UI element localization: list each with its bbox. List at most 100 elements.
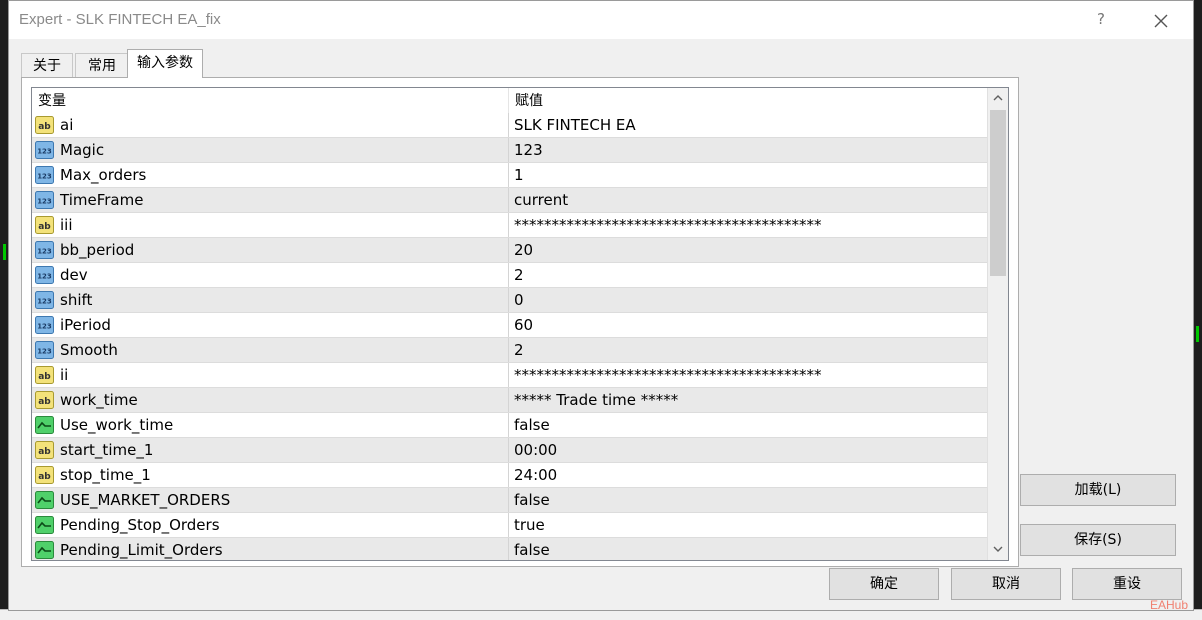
number-type-icon: 123 [35,316,54,334]
svg-text:123: 123 [37,323,52,331]
number-type-icon: 123 [35,141,54,159]
parameter-value[interactable]: 2 [514,338,524,362]
string-type-icon: ab [35,366,54,384]
chart-candle-mark [3,244,6,260]
table-row[interactable]: 123 Max_orders 1 [32,163,987,188]
scrollbar-thumb[interactable] [990,110,1006,276]
table-row[interactable]: 123 Smooth 2 [32,338,987,363]
table-row[interactable]: Pending_Stop_Orders true [32,513,987,538]
close-icon[interactable] [1149,9,1173,33]
parameter-value[interactable]: false [514,413,550,437]
ok-button[interactable]: 确定 [829,568,939,600]
scroll-up-icon[interactable] [988,88,1008,109]
boolean-type-icon [35,491,54,509]
parameter-name: Pending_Stop_Orders [60,516,220,534]
svg-text:123: 123 [37,173,52,181]
column-divider [508,313,509,337]
svg-text:123: 123 [37,248,52,256]
parameter-name: ii [60,366,69,384]
parameter-value[interactable]: false [514,538,550,560]
table-row[interactable]: 123 TimeFrame current [32,188,987,213]
string-type-icon: ab [35,441,54,459]
parameter-value[interactable]: 00:00 [514,438,557,462]
watermark-logo: EAHub [1149,598,1188,612]
parameter-value[interactable]: current [514,188,568,212]
window-title: Expert - SLK FINTECH EA_fix [19,11,221,28]
table-row[interactable]: 123 bb_period 20 [32,238,987,263]
parameter-value[interactable]: true [514,513,545,537]
parameter-value[interactable]: 123 [514,138,543,162]
number-type-icon: 123 [35,166,54,184]
column-divider [508,188,509,212]
table-row[interactable]: ab iii ***********************************… [32,213,987,238]
parameter-name: Use_work_time [60,416,174,434]
parameter-value[interactable]: 0 [514,288,524,312]
save-button[interactable]: 保存(S) [1020,524,1176,556]
column-divider [508,238,509,262]
number-type-icon: 123 [35,291,54,309]
cancel-button[interactable]: 取消 [951,568,1061,600]
reset-button[interactable]: 重设 [1072,568,1182,600]
title-bar: Expert - SLK FINTECH EA_fix ? [9,1,1193,39]
boolean-type-icon [35,541,54,559]
string-type-icon: ab [35,391,54,409]
grid-rows: ab ai SLK FINTECH EA 123 Magic 123 123 Max_orde… [32,113,987,560]
svg-text:123: 123 [37,148,52,156]
svg-text:ab: ab [38,397,51,407]
parameter-name: USE_MARKET_ORDERS [60,491,231,509]
parameter-value[interactable]: SLK FINTECH EA [514,113,636,137]
column-divider [508,513,509,537]
tab-about[interactable]: 关于 [21,53,73,77]
column-divider [508,113,509,137]
scroll-down-icon[interactable] [988,539,1008,560]
parameter-value[interactable]: 24:00 [514,463,557,487]
column-header-value[interactable]: 赋值 [509,88,987,113]
table-row[interactable]: 123 shift 0 [32,288,987,313]
parameter-value[interactable]: false [514,488,550,512]
number-type-icon: 123 [35,191,54,209]
table-row[interactable]: ab work_time ***** Trade time ***** [32,388,987,413]
svg-text:ab: ab [38,472,51,482]
parameter-value[interactable]: 2 [514,263,524,287]
table-row[interactable]: USE_MARKET_ORDERS false [32,488,987,513]
table-row[interactable]: ab stop_time_1 24:00 [32,463,987,488]
table-row[interactable]: Use_work_time false [32,413,987,438]
table-row[interactable]: ab ai SLK FINTECH EA [32,113,987,138]
parameter-name: Max_orders [60,166,147,184]
tab-common[interactable]: 常用 [75,53,129,77]
parameter-value[interactable]: 20 [514,238,533,262]
table-row[interactable]: Pending_Limit_Orders false [32,538,987,560]
parameter-value[interactable]: 60 [514,313,533,337]
svg-text:ab: ab [38,222,51,232]
string-type-icon: ab [35,116,54,134]
table-row[interactable]: 123 Magic 123 [32,138,987,163]
expert-dialog: Expert - SLK FINTECH EA_fix ? 关于 常用 输入参数… [8,0,1194,611]
parameter-value[interactable]: ***** Trade time ***** [514,388,678,412]
table-row[interactable]: 123 dev 2 [32,263,987,288]
parameter-name: work_time [60,391,138,409]
column-header-variable[interactable]: 变量 [32,88,508,113]
grid-header: 变量 赋值 [32,88,987,113]
parameter-value[interactable]: ****************************************… [514,363,822,387]
vertical-scrollbar[interactable] [987,88,1008,560]
help-button[interactable]: ? [1091,10,1111,30]
svg-text:ab: ab [38,372,51,382]
tab-inputs[interactable]: 输入参数 [127,49,203,78]
parameters-grid: 变量 赋值 ab ai SLK FINTECH EA 123 Magic 123 123 Ma… [31,87,1009,561]
parameter-value[interactable]: ****************************************… [514,213,822,237]
parameter-name: Pending_Limit_Orders [60,541,223,559]
string-type-icon: ab [35,466,54,484]
column-divider [508,213,509,237]
table-row[interactable]: ab start_time_1 00:00 [32,438,987,463]
parameter-value[interactable]: 1 [514,163,524,187]
svg-text:ab: ab [38,447,51,457]
table-row[interactable]: ab ii ************************************… [32,363,987,388]
table-row[interactable]: 123 iPeriod 60 [32,313,987,338]
parameter-name: ai [60,116,74,134]
column-divider [508,488,509,512]
svg-text:123: 123 [37,273,52,281]
load-button[interactable]: 加载(L) [1020,474,1176,506]
parameter-name: TimeFrame [60,191,144,209]
parameter-name: Magic [60,141,105,159]
column-divider [508,388,509,412]
